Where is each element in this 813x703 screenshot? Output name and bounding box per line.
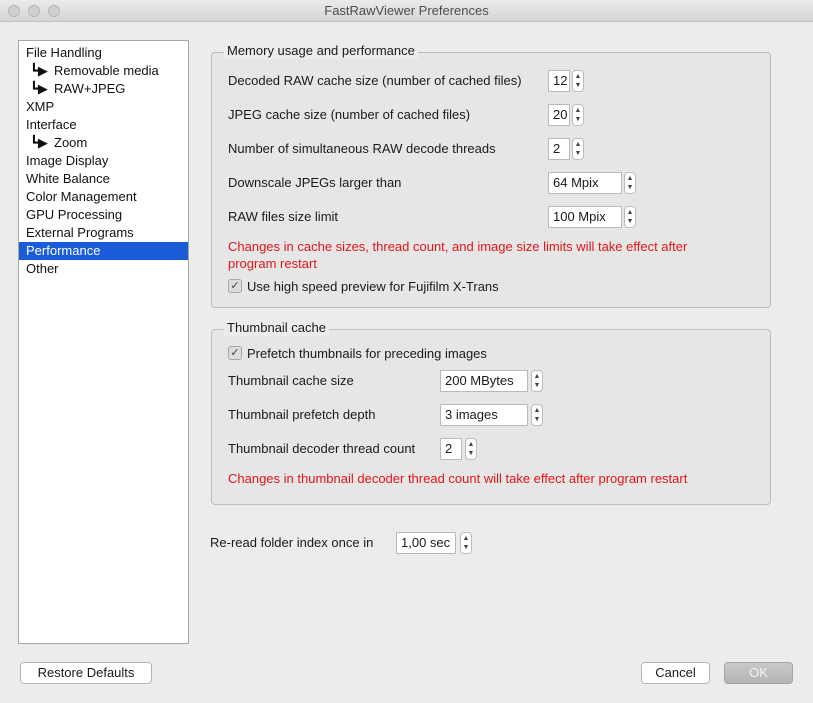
sidebar-item-external-programs[interactable]: External Programs xyxy=(19,224,188,242)
thumbnail-cache-size-stepper[interactable]: ▲ ▼ xyxy=(531,370,543,392)
sidebar-item-other[interactable]: Other xyxy=(19,260,188,278)
stepper-up-icon: ▲ xyxy=(533,407,541,414)
sidebar-item-label: Other xyxy=(26,261,59,276)
stepper-up-icon: ▲ xyxy=(533,373,541,380)
raw-size-limit-label: RAW files size limit xyxy=(228,209,339,224)
raw-size-limit-stepper[interactable]: ▲ ▼ xyxy=(624,206,636,228)
jpeg-cache-stepper[interactable]: ▲ ▼ xyxy=(572,104,584,126)
restore-defaults-button[interactable]: Restore Defaults xyxy=(20,662,152,684)
xtrans-checkbox[interactable]: ✓ xyxy=(228,279,242,293)
sidebar-item-label: Removable media xyxy=(54,63,159,78)
stepper-up-icon: ▲ xyxy=(574,107,582,114)
title-bar: FastRawViewer Preferences xyxy=(0,0,813,22)
sidebar-item-label: Image Display xyxy=(26,153,109,168)
memory-restart-note-line2: program restart xyxy=(228,256,317,271)
downscale-label: Downscale JPEGs larger than xyxy=(228,175,402,190)
thumbnail-cache-size-label: Thumbnail cache size xyxy=(228,373,354,388)
reread-folder-label: Re-read folder index once in xyxy=(210,535,374,550)
thumbnail-cache-size-field[interactable]: 200 MBytes xyxy=(440,370,528,392)
sidebar-item-label: External Programs xyxy=(26,225,134,240)
jpeg-cache-label: JPEG cache size (number of cached files) xyxy=(228,107,471,122)
cancel-button[interactable]: Cancel xyxy=(641,662,710,684)
sidebar-item-xmp[interactable]: XMP xyxy=(19,98,188,116)
minimize-window-button[interactable] xyxy=(28,5,40,17)
ok-button[interactable]: OK xyxy=(724,662,793,684)
thumbnail-group-title: Thumbnail cache xyxy=(224,320,329,336)
preferences-category-list[interactable]: File Handling ┗▶ Removable media ┗▶ RAW+JPEG… xyxy=(18,40,189,644)
raw-cache-label: Decoded RAW cache size (number of cached… xyxy=(228,73,522,88)
sidebar-item-raw-jpeg[interactable]: ┗▶ RAW+JPEG xyxy=(19,80,188,98)
reread-folder-field[interactable]: 1,00 sec xyxy=(396,532,456,554)
sidebar-item-label: Zoom xyxy=(54,135,88,150)
raw-cache-field[interactable]: 12 xyxy=(548,70,570,92)
thumbnail-restart-note: Changes in thumbnail decoder thread coun… xyxy=(228,471,688,486)
jpeg-cache-field[interactable]: 20 xyxy=(548,104,570,126)
downscale-field[interactable]: 64 Mpix xyxy=(548,172,622,194)
stepper-down-icon: ▼ xyxy=(574,150,582,157)
stepper-up-icon: ▲ xyxy=(574,141,582,148)
sidebar-item-label: Interface xyxy=(26,117,77,132)
thumbnail-prefetch-depth-stepper[interactable]: ▲ ▼ xyxy=(531,404,543,426)
sidebar-item-label: RAW+JPEG xyxy=(54,81,126,96)
decode-threads-label: Number of simultaneous RAW decode thread… xyxy=(228,141,496,156)
stepper-down-icon: ▼ xyxy=(574,116,582,123)
sidebar-item-color-management[interactable]: Color Management xyxy=(19,188,188,206)
raw-cache-stepper[interactable]: ▲ ▼ xyxy=(572,70,584,92)
stepper-down-icon: ▼ xyxy=(574,82,582,89)
checkmark-icon: ✓ xyxy=(230,280,240,292)
thumbnail-prefetch-depth-field[interactable]: 3 images xyxy=(440,404,528,426)
stepper-up-icon: ▲ xyxy=(626,209,634,216)
prefetch-thumbnails-checkbox[interactable]: ✓ xyxy=(228,346,242,360)
stepper-up-icon: ▲ xyxy=(626,175,634,182)
sidebar-item-label: Color Management xyxy=(26,189,137,204)
thumbnail-decoder-threads-field[interactable]: 2 xyxy=(440,438,462,460)
sidebar-item-file-handling[interactable]: File Handling xyxy=(19,44,188,62)
zoom-window-button[interactable] xyxy=(48,5,60,17)
stepper-up-icon: ▲ xyxy=(574,73,582,80)
sub-item-arrow-icon: ┗▶ xyxy=(30,135,48,150)
thumbnail-decoder-threads-stepper[interactable]: ▲ ▼ xyxy=(465,438,477,460)
stepper-down-icon: ▼ xyxy=(533,416,541,423)
sidebar-item-label: White Balance xyxy=(26,171,110,186)
stepper-down-icon: ▼ xyxy=(467,450,475,457)
sidebar-item-label: File Handling xyxy=(26,45,102,60)
sidebar-item-label: XMP xyxy=(26,99,55,114)
sidebar-item-label: Performance xyxy=(26,243,101,258)
sidebar-item-image-display[interactable]: Image Display xyxy=(19,152,188,170)
thumbnail-prefetch-depth-label: Thumbnail prefetch depth xyxy=(228,407,376,422)
checkmark-icon: ✓ xyxy=(230,347,240,359)
sidebar-item-interface[interactable]: Interface xyxy=(19,116,188,134)
downscale-stepper[interactable]: ▲ ▼ xyxy=(624,172,636,194)
close-window-button[interactable] xyxy=(8,5,20,17)
sidebar-item-zoom[interactable]: ┗▶ Zoom xyxy=(19,134,188,152)
stepper-up-icon: ▲ xyxy=(467,441,475,448)
sidebar-item-white-balance[interactable]: White Balance xyxy=(19,170,188,188)
memory-group-title: Memory usage and performance xyxy=(224,43,418,59)
stepper-down-icon: ▼ xyxy=(626,184,634,191)
xtrans-label: Use high speed preview for Fujifilm X-Tr… xyxy=(247,279,499,294)
sub-item-arrow-icon: ┗▶ xyxy=(30,63,48,78)
sidebar-item-performance[interactable]: Performance xyxy=(19,242,188,260)
sidebar-item-gpu-processing[interactable]: GPU Processing xyxy=(19,206,188,224)
sidebar-item-removable-media[interactable]: ┗▶ Removable media xyxy=(19,62,188,80)
sidebar-item-label: GPU Processing xyxy=(26,207,123,222)
stepper-up-icon: ▲ xyxy=(462,535,470,542)
memory-restart-note-line1: Changes in cache sizes, thread count, an… xyxy=(228,239,688,254)
reread-folder-stepper[interactable]: ▲ ▼ xyxy=(460,532,472,554)
window-title: FastRawViewer Preferences xyxy=(324,3,489,18)
decode-threads-field[interactable]: 2 xyxy=(548,138,570,160)
thumbnail-decoder-threads-label: Thumbnail decoder thread count xyxy=(228,441,416,456)
stepper-down-icon: ▼ xyxy=(533,382,541,389)
stepper-down-icon: ▼ xyxy=(626,218,634,225)
stepper-down-icon: ▼ xyxy=(462,544,470,551)
sub-item-arrow-icon: ┗▶ xyxy=(30,81,48,96)
decode-threads-stepper[interactable]: ▲ ▼ xyxy=(572,138,584,160)
raw-size-limit-field[interactable]: 100 Mpix xyxy=(548,206,622,228)
prefetch-thumbnails-label: Prefetch thumbnails for preceding images xyxy=(247,346,487,361)
